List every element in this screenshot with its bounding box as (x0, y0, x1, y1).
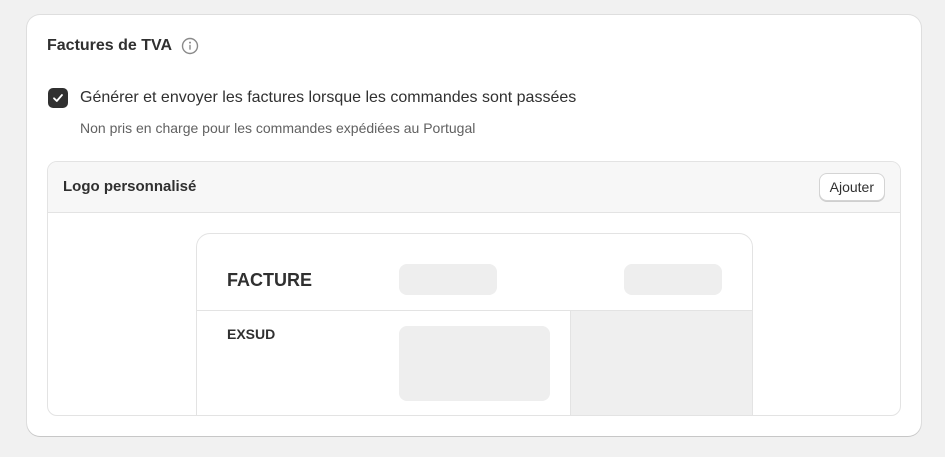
card-title: Factures de TVA (47, 37, 173, 54)
add-logo-button[interactable]: Ajouter (818, 173, 885, 201)
generate-invoices-label[interactable]: Générer et envoyer les factures lorsque … (80, 89, 576, 107)
custom-logo-section: Logo personnalisé Ajouter FACTURE EXSUD (47, 161, 901, 416)
card-header: Factures de TVA (47, 37, 199, 55)
vat-invoices-card: Factures de TVA Générer et envoyer les f… (27, 15, 921, 436)
generate-invoices-option[interactable]: Générer et envoyer les factures lorsque … (48, 88, 576, 108)
checkmark-icon (53, 94, 63, 102)
info-icon[interactable] (181, 37, 199, 55)
header-placeholder-right (624, 264, 722, 295)
custom-logo-title: Logo personnalisé (63, 178, 197, 195)
address-placeholder (399, 326, 550, 401)
invoice-preview-title: FACTURE (227, 270, 312, 290)
preview-side-panel (570, 311, 752, 415)
custom-logo-header: Logo personnalisé Ajouter (48, 162, 900, 213)
header-placeholder-left (399, 264, 497, 295)
generate-invoices-checkbox[interactable] (48, 88, 68, 108)
invoice-shop-name: EXSUD (227, 326, 276, 342)
invoice-preview: FACTURE EXSUD (196, 233, 753, 415)
portugal-help-text: Non pris en charge pour les commandes ex… (80, 120, 476, 136)
